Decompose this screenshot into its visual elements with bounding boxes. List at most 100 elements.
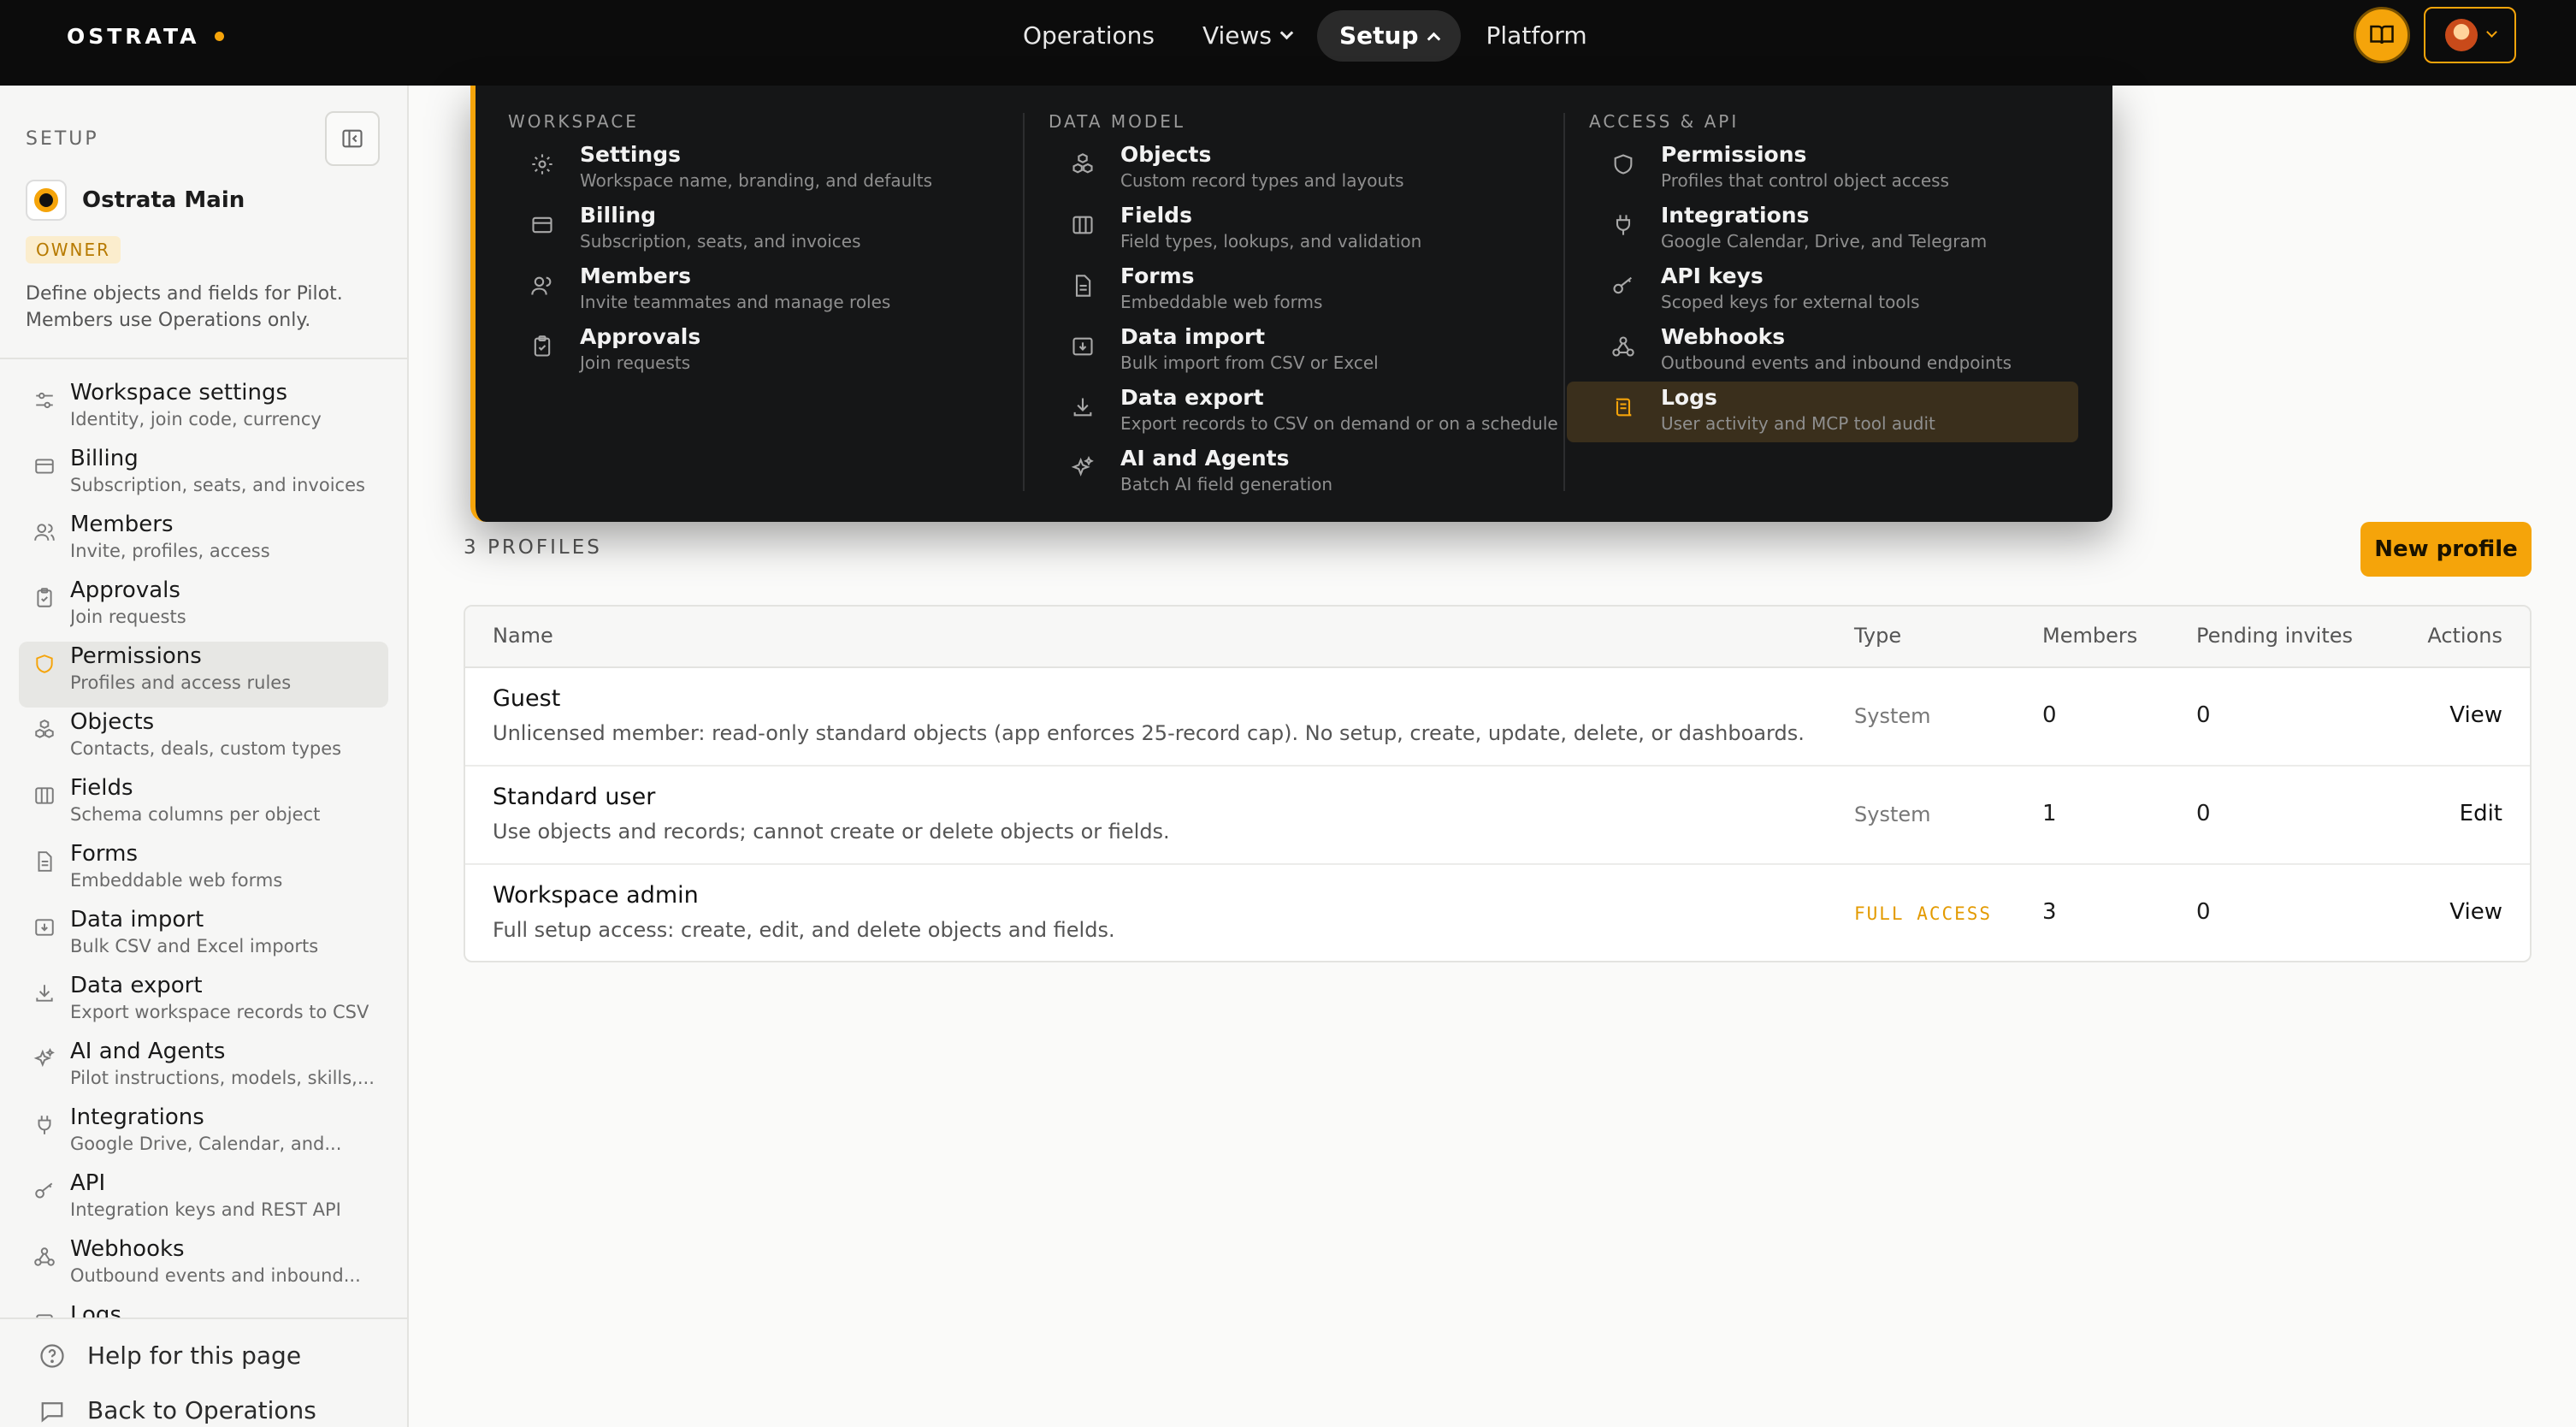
table-row[interactable]: Workspace admin Full setup access: creat… — [465, 865, 2530, 961]
nav-setup[interactable]: Setup — [1316, 10, 1461, 62]
column-header-actions: Actions — [2427, 624, 2502, 648]
brand-dot — [215, 31, 225, 41]
profile-description: Use objects and records; cannot create o… — [493, 820, 1170, 844]
sidebar-item-sub: Profiles and access rules — [70, 672, 292, 693]
sidebar-item-title: Webhooks — [70, 1236, 185, 1262]
menu-item-webhooks[interactable]: Webhooks Outbound events and inbound end… — [1567, 321, 2078, 382]
view-button[interactable]: View — [2449, 899, 2502, 925]
sidebar-item-data-export[interactable]: Data export Export workspace records to … — [19, 971, 388, 1037]
menu-item-members[interactable]: Members Invite teammates and manage role… — [486, 260, 997, 321]
menu-item-title: Data import — [1120, 324, 1266, 349]
sidebar-item-members[interactable]: Members Invite, profiles, access — [19, 510, 388, 576]
sidebar-item-api[interactable]: API Integration keys and REST API — [19, 1169, 388, 1235]
sidebar-item-ai-agents[interactable]: AI and Agents Pilot instructions, models… — [19, 1037, 388, 1103]
profile-pending-invites: 0 — [2196, 801, 2211, 826]
sidebar-item-webhooks[interactable]: Webhooks Outbound events and inbound... — [19, 1235, 388, 1300]
new-profile-button[interactable]: New profile — [2360, 522, 2532, 577]
sidebar-footer: Help for this page Back to Operations — [0, 1317, 407, 1427]
menu-column-heading: DATA MODEL — [1049, 111, 1186, 132]
menu-item-billing[interactable]: Billing Subscription, seats, and invoice… — [486, 199, 997, 260]
menu-item-settings[interactable]: Settings Workspace name, branding, and d… — [486, 139, 997, 199]
webhook-icon — [1610, 333, 1637, 360]
sidebar-item-billing[interactable]: Billing Subscription, seats, and invoice… — [19, 444, 388, 510]
docs-button[interactable] — [2354, 7, 2410, 63]
sidebar-item-data-import[interactable]: Data import Bulk CSV and Excel imports — [19, 905, 388, 971]
table-row[interactable]: Guest Unlicensed member: read-only stand… — [465, 668, 2530, 767]
menu-item-sub: Outbound events and inbound endpoints — [1661, 352, 2012, 373]
cubes-icon — [32, 718, 56, 742]
menu-item-sub: Invite teammates and manage roles — [580, 292, 891, 312]
menu-item-fields[interactable]: Fields Field types, lookups, and validat… — [1026, 199, 1538, 260]
menu-item-title: Billing — [580, 203, 657, 228]
sidebar-item-title: Fields — [70, 775, 133, 801]
menu-item-data-import[interactable]: Data import Bulk import from CSV or Exce… — [1026, 321, 1538, 382]
menu-item-logs[interactable]: Logs User activity and MCP tool audit — [1567, 382, 2078, 442]
menu-item-ai-agents[interactable]: AI and Agents Batch AI field generation — [1026, 442, 1538, 503]
credit-card-icon — [32, 454, 56, 478]
sidebar-item-workspace-settings[interactable]: Workspace settings Identity, join code, … — [19, 378, 388, 444]
sidebar: SETUP Ostrata Main OWNER Define objects … — [0, 86, 409, 1427]
webhook-icon — [32, 1245, 56, 1269]
menu-column-workspace: WORKSPACE Settings Workspace name, brand… — [476, 104, 997, 382]
book-icon — [2370, 25, 2394, 44]
menu-item-integrations[interactable]: Integrations Google Calendar, Drive, and… — [1567, 199, 2078, 260]
plug-icon — [1610, 211, 1637, 239]
nav-operations-label: Operations — [1023, 21, 1155, 50]
sidebar-item-permissions[interactable]: Permissions Profiles and access rules — [19, 642, 388, 708]
profiles-count: 3 PROFILES — [464, 536, 602, 559]
menu-column-heading: WORKSPACE — [508, 111, 639, 132]
nav-platform[interactable]: Platform — [1464, 10, 1610, 62]
brand-logo[interactable]: OSTRATA — [67, 21, 225, 51]
nav-views[interactable]: Views — [1180, 10, 1314, 62]
menu-item-title: Data export — [1120, 385, 1264, 410]
gear-icon — [529, 151, 556, 178]
menu-column-access-api: ACCESS & API Permissions Profiles that c… — [1557, 104, 2078, 442]
sidebar-item-fields[interactable]: Fields Schema columns per object — [19, 773, 388, 839]
edit-button[interactable]: Edit — [2460, 801, 2502, 826]
menu-item-sub: Field types, lookups, and validation — [1120, 231, 1422, 252]
sidebar-item-sub: Pilot instructions, models, skills,... — [70, 1068, 375, 1088]
menu-item-title: Logs — [1661, 385, 1717, 410]
sliders-icon — [32, 388, 56, 412]
profile-name: Workspace admin — [493, 882, 699, 909]
back-to-operations-link[interactable]: Back to Operations — [39, 1396, 316, 1424]
import-icon — [32, 915, 56, 939]
sidebar-item-title: AI and Agents — [70, 1039, 226, 1064]
collapse-sidebar-button[interactable] — [325, 111, 380, 166]
profile-members: 1 — [2042, 801, 2057, 826]
menu-item-permissions[interactable]: Permissions Profiles that control object… — [1567, 139, 2078, 199]
menu-item-sub: Workspace name, branding, and defaults — [580, 170, 933, 191]
sidebar-item-objects[interactable]: Objects Contacts, deals, custom types — [19, 708, 388, 773]
menu-item-title: Fields — [1120, 203, 1192, 228]
menu-item-title: Approvals — [580, 324, 701, 349]
menu-item-api-keys[interactable]: API keys Scoped keys for external tools — [1567, 260, 2078, 321]
divider — [0, 358, 407, 359]
document-icon — [32, 850, 56, 873]
sidebar-item-sub: Identity, join code, currency — [70, 409, 322, 429]
sidebar-item-title: Approvals — [70, 577, 180, 603]
sidebar-item-integrations[interactable]: Integrations Google Drive, Calendar, and… — [19, 1103, 388, 1169]
menu-item-objects[interactable]: Objects Custom record types and layouts — [1026, 139, 1538, 199]
profile-members: 3 — [2042, 899, 2057, 925]
nav-operations[interactable]: Operations — [1001, 10, 1177, 62]
chevron-down-icon — [2485, 26, 2497, 38]
sidebar-item-approvals[interactable]: Approvals Join requests — [19, 576, 388, 642]
menu-item-sub: Bulk import from CSV or Excel — [1120, 352, 1379, 373]
sidebar-item-forms[interactable]: Forms Embeddable web forms — [19, 839, 388, 905]
view-button[interactable]: View — [2449, 702, 2502, 728]
menu-item-forms[interactable]: Forms Embeddable web forms — [1026, 260, 1538, 321]
sidebar-item-sub: Join requests — [70, 607, 186, 627]
menu-item-sub: Profiles that control object access — [1661, 170, 1950, 191]
sidebar-item-title: Forms — [70, 841, 139, 867]
column-header-members: Members — [2042, 624, 2138, 648]
workspace-switcher[interactable]: Ostrata Main — [26, 180, 245, 221]
sidebar-item-sub: Export workspace records to CSV — [70, 1002, 369, 1022]
sidebar-item-title: Permissions — [70, 643, 202, 669]
menu-item-data-export[interactable]: Data export Export records to CSV on dem… — [1026, 382, 1558, 442]
import-icon — [1069, 333, 1096, 360]
help-link[interactable]: Help for this page — [39, 1341, 301, 1370]
user-menu-button[interactable] — [2424, 7, 2516, 63]
table-row[interactable]: Standard user Use objects and records; c… — [465, 767, 2530, 865]
avatar — [2444, 19, 2478, 51]
menu-item-approvals[interactable]: Approvals Join requests — [486, 321, 997, 382]
